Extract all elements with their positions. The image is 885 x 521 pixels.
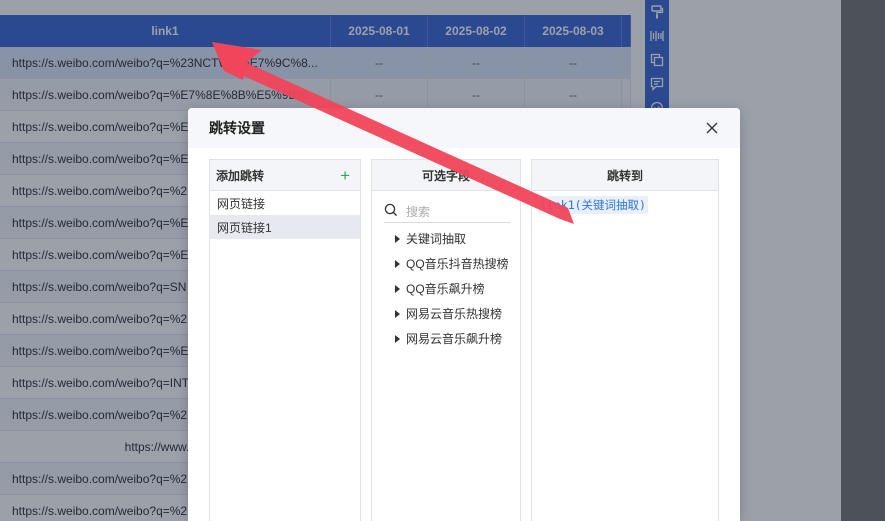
jump-list-item[interactable]: 网页链接1	[210, 215, 360, 239]
fields-tree: 关键词抽取 QQ音乐抖音热搜榜 QQ音乐飙升榜网易云音乐热搜榜 网易云音乐飙升榜	[372, 226, 520, 351]
dialog-title: 跳转设置	[209, 120, 265, 136]
jump-list-item[interactable]: 网页链接	[210, 191, 360, 215]
add-jump-panel: 添加跳转 + 网页链接 网页链接1	[209, 159, 361, 521]
close-icon[interactable]	[704, 120, 720, 136]
available-fields-header: 可选字段	[372, 160, 520, 191]
field-tree-label: 网易云音乐热搜榜	[406, 307, 503, 321]
jump-target-panel: 跳转到 link1(关键词抽取)	[531, 159, 719, 521]
caret-right-icon[interactable]	[395, 334, 400, 343]
field-tree-item[interactable]: 网易云音乐飙升榜	[372, 326, 520, 351]
field-tree-item[interactable]: QQ音乐飙升榜	[372, 276, 520, 301]
jump-target-header: 跳转到	[532, 160, 718, 191]
caret-right-icon[interactable]	[395, 284, 400, 293]
search-icon	[384, 203, 398, 220]
caret-right-icon[interactable]	[395, 309, 400, 318]
jump-target-value[interactable]: link1(关键词抽取)	[538, 196, 648, 214]
field-tree-label: 关键词抽取	[406, 232, 467, 246]
add-jump-title: 添加跳转	[216, 168, 265, 183]
field-tree-label: 网易云音乐飙升榜	[406, 332, 503, 346]
field-tree-item[interactable]: 网易云音乐热搜榜	[372, 301, 520, 326]
caret-right-icon[interactable]	[395, 259, 400, 268]
add-jump-plus-icon[interactable]: +	[340, 167, 350, 184]
field-tree-label: QQ音乐抖音热搜榜	[406, 257, 509, 271]
field-search	[384, 201, 510, 223]
field-tree-label: QQ音乐飙升榜	[406, 282, 485, 296]
add-jump-panel-header: 添加跳转 +	[210, 160, 360, 191]
jump-settings-dialog: 跳转设置 添加跳转 + 网页链接网页链接1 可选字段 关键词抽取 QQ音乐抖音热搜…	[188, 108, 740, 521]
available-fields-panel: 可选字段 关键词抽取 QQ音乐抖音热搜榜 QQ音乐飙升榜网易云音乐热搜榜网易云音乐飙…	[371, 159, 521, 521]
caret-right-icon[interactable]	[395, 234, 400, 243]
dialog-header: 跳转设置	[188, 108, 740, 148]
field-tree-item[interactable]: 关键词抽取	[372, 226, 520, 251]
field-tree-item[interactable]: QQ音乐抖音热搜榜	[372, 251, 520, 276]
jump-list: 网页链接 网页链接1	[210, 191, 360, 239]
field-search-input[interactable]	[406, 204, 506, 219]
